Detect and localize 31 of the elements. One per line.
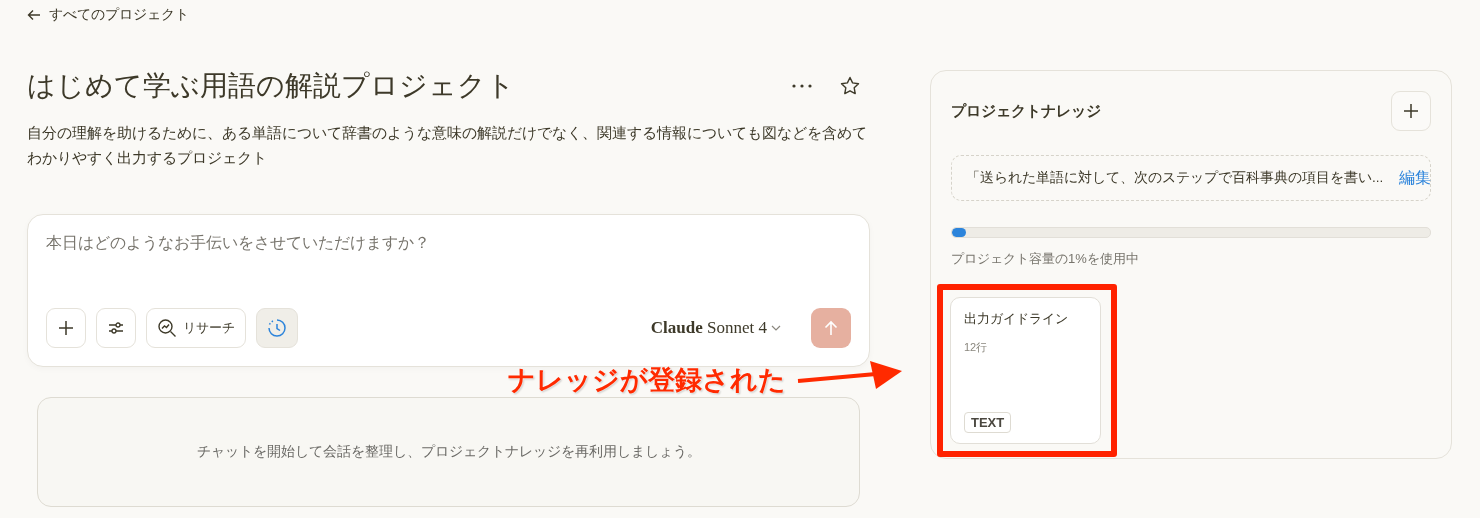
- chevron-down-icon: [771, 325, 781, 331]
- file-card[interactable]: 出力ガイドライン 12行 TEXT: [950, 297, 1101, 444]
- panel-title: プロジェクトナレッジ: [951, 101, 1101, 121]
- message-input[interactable]: 本日はどのようなお手伝いをさせていただけますか？: [46, 233, 851, 308]
- clock-icon: [267, 318, 287, 338]
- research-button[interactable]: リサーチ: [146, 308, 246, 348]
- annotation-label: ナレッジが登録された: [508, 364, 786, 397]
- plus-icon: [58, 320, 74, 336]
- message-composer[interactable]: 本日はどのようなお手伝いをさせていただけますか？ リサーチ Claude Sonnet 4: [27, 214, 870, 367]
- search-icon: [157, 318, 177, 338]
- project-title: はじめて学ぶ用語の解説プロジェクト: [27, 69, 516, 103]
- left-arrow-icon: [27, 9, 41, 21]
- star-icon: [840, 76, 860, 96]
- file-type-tag: TEXT: [964, 412, 1012, 433]
- project-description: 自分の理解を助けるために、ある単語について辞書のような意味の解説だけでなく、関連する情報についても図などを含めてわかりやすく出力するプロジェクト: [27, 123, 868, 168]
- plus-icon: [1403, 103, 1419, 119]
- empty-state-message: チャットを開始して会話を整理し、プロジェクトナレッジを再利用しましょう。: [196, 443, 701, 461]
- capacity-label: プロジェクト容量の1%を使用中: [951, 250, 1140, 268]
- add-knowledge-button[interactable]: [1391, 91, 1431, 131]
- line-count: 12行: [964, 340, 989, 355]
- back-link[interactable]: すべてのプロジェクト: [27, 6, 189, 24]
- edit-link[interactable]: 編集: [1399, 167, 1432, 189]
- settings-button[interactable]: [96, 308, 136, 348]
- add-button[interactable]: [46, 308, 86, 348]
- file-name: 出力ガイドライン: [964, 310, 1069, 328]
- instructions-text: 「送られた単語に対して、次のステップで百科事典の項目を書い...: [966, 169, 1384, 187]
- history-button[interactable]: [256, 308, 298, 348]
- sliders-icon: [108, 321, 124, 335]
- up-arrow-icon: [824, 320, 838, 336]
- more-icon: [792, 84, 812, 88]
- model-selector[interactable]: Claude Sonnet 4: [644, 317, 787, 339]
